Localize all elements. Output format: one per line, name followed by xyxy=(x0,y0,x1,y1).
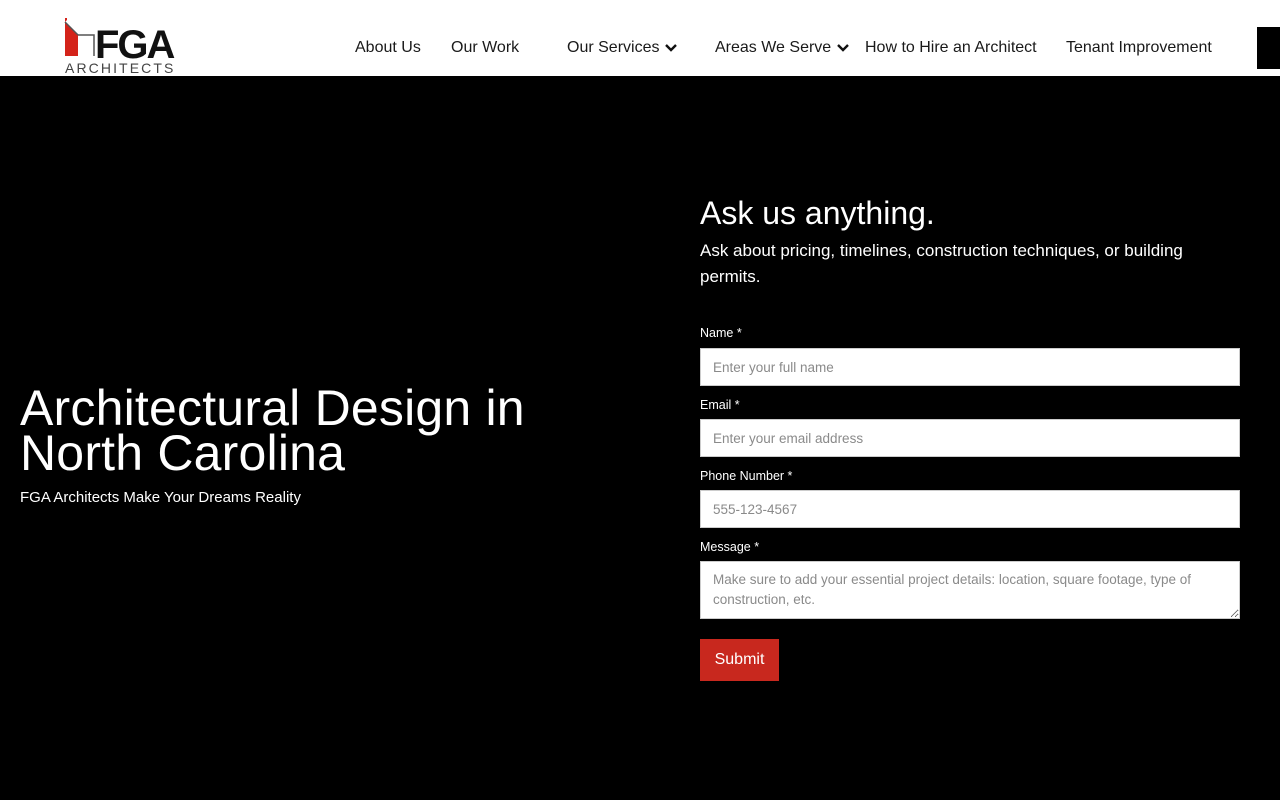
email-label: Email * xyxy=(700,398,740,412)
name-label: Name * xyxy=(700,326,742,340)
header-cta-button[interactable] xyxy=(1257,27,1280,69)
name-input[interactable] xyxy=(700,348,1240,386)
hero-title: Architectural Design in North Carolina xyxy=(20,380,525,481)
phone-input[interactable] xyxy=(700,490,1240,528)
site-header: FGA ARCHITECTS About Us Our Work Our Ser… xyxy=(0,0,1280,76)
nav-item-areas-we-serve[interactable]: Areas We Serve xyxy=(715,36,851,60)
nav-item-our-services[interactable]: Our Services xyxy=(567,36,679,60)
nav-item-tenant-improvement[interactable]: Tenant Improvement xyxy=(1066,36,1212,60)
email-input[interactable] xyxy=(700,419,1240,457)
chevron-down-icon xyxy=(665,44,678,52)
contact-form-header: Ask us anything. Ask about pricing, time… xyxy=(700,194,1240,290)
nav-item-label: Our Work xyxy=(451,39,520,56)
submit-button[interactable]: Submit xyxy=(700,639,779,681)
message-textarea[interactable] xyxy=(700,561,1240,619)
chevron-down-icon xyxy=(837,44,850,52)
nav-item-label: Tenant Improvement xyxy=(1066,39,1212,56)
nav-item-label: How to Hire an Architect xyxy=(865,39,1037,56)
nav-item-our-work[interactable]: Our Work xyxy=(451,36,519,60)
main-nav: About Us Our Work Our Services Areas We … xyxy=(0,0,1280,76)
form-title: Ask us anything. xyxy=(700,195,935,231)
message-label: Message * xyxy=(700,540,760,554)
phone-label: Phone Number * xyxy=(700,469,793,483)
nav-item-label: Areas We Serve xyxy=(715,39,832,56)
nav-item-about-us[interactable]: About Us xyxy=(355,36,421,60)
nav-item-how-to-hire[interactable]: How to Hire an Architect xyxy=(865,36,1037,60)
nav-item-label: Our Services xyxy=(567,39,660,56)
nav-item-label: About Us xyxy=(355,39,421,56)
form-description: Ask about pricing, timelines, constructi… xyxy=(700,241,1183,286)
hero-subtitle: FGA Architects Make Your Dreams Reality xyxy=(20,489,301,506)
